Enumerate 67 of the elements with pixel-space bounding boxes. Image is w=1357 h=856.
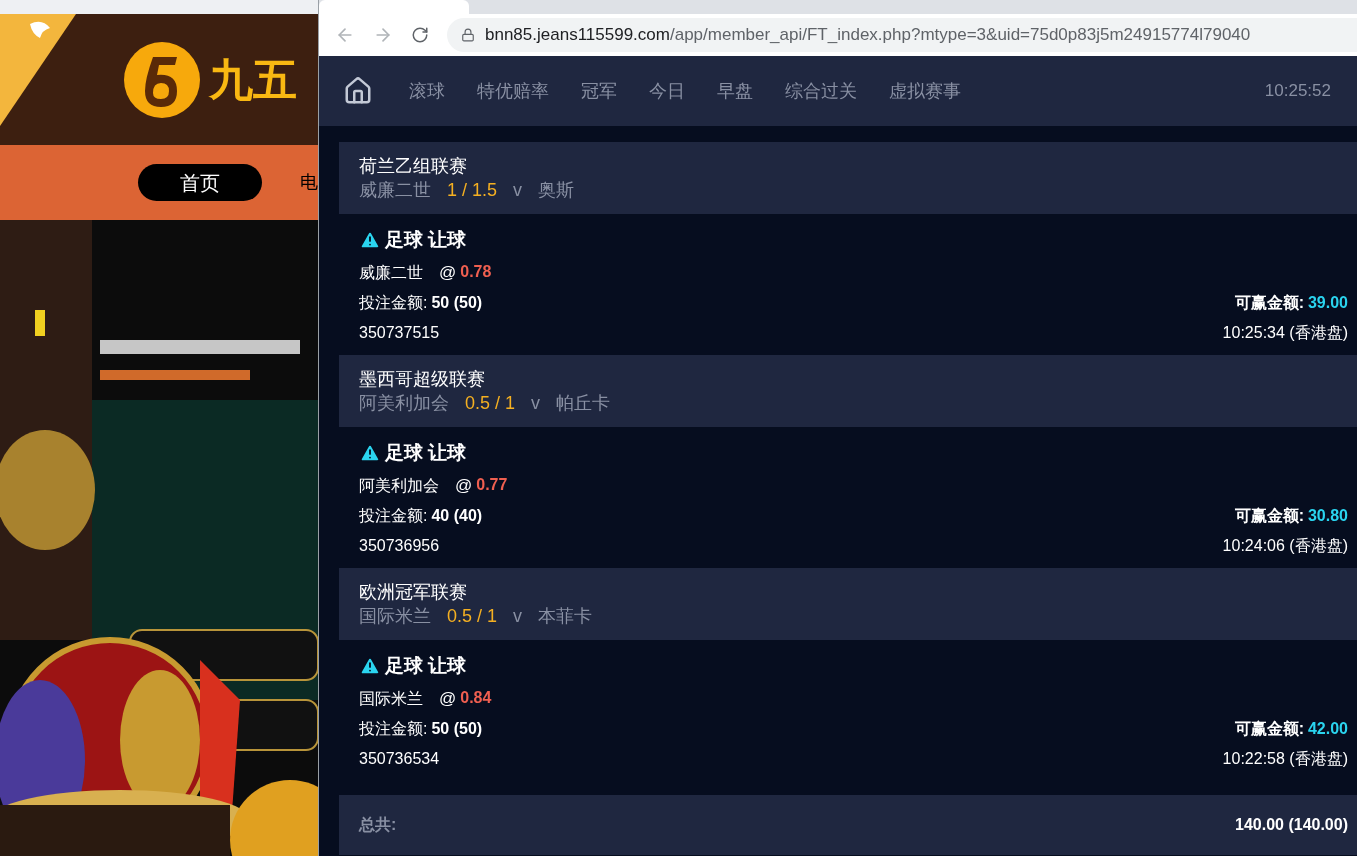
league-name: 欧洲冠军联赛 (359, 581, 468, 604)
warning-icon (359, 229, 381, 251)
handicap-text: 1 / 1.5 (447, 179, 498, 202)
bet-time: 10:24:06 (香港盘) (1222, 536, 1348, 556)
logo-icon (123, 40, 201, 119)
home-team: 阿美利加会 (359, 392, 449, 415)
stake-label: 投注金额: (359, 293, 428, 313)
win-label: 可赢金额: (1234, 719, 1304, 739)
win-value: 30.80 (1307, 506, 1348, 526)
logo-text: 九五 (209, 57, 297, 102)
bet-time: 10:25:34 (香港盘) (1222, 323, 1348, 343)
pick-team: 国际米兰 (359, 689, 423, 709)
bet-type: 足球 让球 (385, 440, 467, 465)
ticket-number: 350737515 (359, 323, 440, 343)
nav-tab[interactable]: 滚球 (393, 77, 461, 105)
home-team: 威廉二世 (359, 179, 431, 202)
away-team: 本菲卡 (538, 605, 593, 628)
stake-value: 40 (40) (431, 506, 483, 526)
home-team: 国际米兰 (359, 605, 431, 628)
total-label: 总共: (359, 815, 397, 835)
at-sign: @ (439, 688, 457, 711)
stake-value: 50 (50) (431, 293, 483, 313)
win-label: 可赢金额: (1234, 506, 1304, 526)
at-sign: @ (455, 475, 473, 498)
versus-text: v (531, 392, 541, 415)
versus-text: v (513, 179, 523, 202)
odds-value: 0.84 (460, 688, 492, 709)
stake-value: 50 (50) (431, 719, 483, 739)
versus-text: v (513, 605, 523, 628)
nav-tab[interactable]: 虚拟赛事 (873, 77, 977, 105)
win-value: 42.00 (1307, 719, 1348, 739)
stake-label: 投注金额: (359, 719, 428, 739)
stake-label: 投注金额: (359, 506, 428, 526)
handicap-text: 0.5 / 1 (465, 392, 516, 415)
total-value: 140.00 (140.00) (1235, 815, 1348, 835)
league-name: 荷兰乙组联赛 (359, 155, 468, 178)
odds-value: 0.77 (476, 475, 508, 496)
league-name: 墨西哥超级联赛 (359, 368, 486, 391)
ticket-number: 350736956 (359, 536, 440, 556)
site-nav-link[interactable]: 电 (300, 169, 318, 196)
bet-type: 足球 让球 (385, 227, 467, 252)
url-text: bnn85.jeans115599.com/app/member_api/FT_index.php?mtype=3&uid=75d0p83j5m24915774l79040 (485, 24, 1251, 47)
handicap-text: 0.5 / 1 (447, 605, 498, 628)
away-team: 帕丘卡 (556, 392, 611, 415)
warning-icon (359, 655, 381, 677)
odds-value: 0.78 (460, 262, 492, 283)
nav-tab[interactable]: 今日 (633, 77, 701, 105)
at-sign: @ (439, 262, 457, 285)
reload-icon[interactable] (411, 26, 429, 44)
lock-icon (461, 28, 475, 42)
bet-type: 足球 让球 (385, 653, 467, 678)
nav-tab[interactable]: 综合过关 (769, 77, 873, 105)
home-icon[interactable] (343, 76, 373, 106)
site-nav-link[interactable]: 首页 (138, 164, 262, 201)
nav-tab[interactable]: 冠军 (565, 77, 633, 105)
warning-icon (359, 442, 381, 464)
away-team: 奥斯 (538, 179, 575, 202)
bet-time: 10:22:58 (香港盘) (1222, 749, 1348, 769)
address-bar[interactable]: bnn85.jeans115599.com/app/member_api/FT_index.php?mtype=3&uid=75d0p83j5m24915774l79040 (447, 18, 1357, 52)
clock-text: 10:25:52 (1264, 80, 1331, 103)
pick-team: 威廉二世 (359, 263, 423, 283)
win-label: 可赢金额: (1234, 293, 1304, 313)
pick-team: 阿美利加会 (359, 476, 439, 496)
nav-tab[interactable]: 特优赔率 (461, 77, 565, 105)
ticket-number: 350736534 (359, 749, 440, 769)
nav-tab[interactable]: 早盘 (701, 77, 769, 105)
win-value: 39.00 (1307, 293, 1348, 313)
